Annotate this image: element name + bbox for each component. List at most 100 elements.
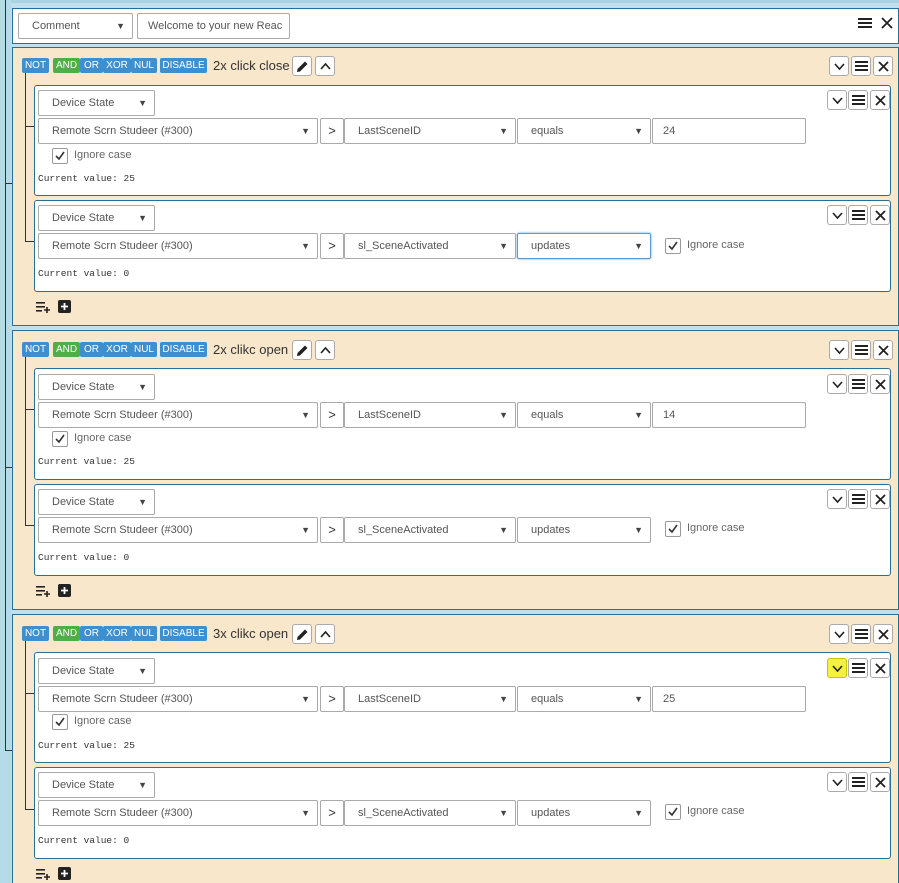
move-up-button[interactable]	[315, 340, 335, 360]
operator-select[interactable]: updates ▼	[517, 517, 651, 543]
attribute-select[interactable]: sl_SceneActivated ▼	[344, 233, 516, 259]
goto-device-button[interactable]: >	[320, 402, 344, 428]
ignore-case-checkbox[interactable]	[52, 714, 68, 730]
menu-icon[interactable]	[855, 13, 875, 33]
delete-condition-button[interactable]	[870, 772, 890, 792]
xor-button[interactable]: XOR	[103, 342, 131, 357]
disable-button[interactable]: DISABLE	[160, 342, 207, 357]
comment-text-input[interactable]: Welcome to your new Reac	[137, 13, 290, 39]
delete-condition-button[interactable]	[870, 205, 890, 225]
attribute-select[interactable]: sl_SceneActivated ▼	[344, 517, 516, 543]
value-input[interactable]: 25	[652, 686, 806, 712]
delete-condition-button[interactable]	[870, 374, 890, 394]
menu-button[interactable]	[848, 205, 868, 225]
disable-button[interactable]: DISABLE	[160, 58, 207, 73]
device-select[interactable]: Remote Scrn Studeer (#300) ▼	[38, 118, 318, 144]
or-button[interactable]: OR	[80, 626, 103, 641]
disable-button[interactable]: DISABLE	[160, 626, 207, 641]
and-button[interactable]: AND	[53, 342, 80, 357]
device-select[interactable]: Remote Scrn Studeer (#300) ▼	[38, 800, 318, 826]
not-button[interactable]: NOT	[22, 342, 49, 357]
operator-select[interactable]: updates ▼	[517, 233, 651, 259]
menu-button[interactable]	[851, 56, 871, 76]
device-select[interactable]: Remote Scrn Studeer (#300) ▼	[38, 402, 318, 428]
add-group-icon[interactable]	[54, 580, 74, 600]
delete-condition-button[interactable]	[870, 658, 890, 678]
move-down-button[interactable]	[827, 772, 847, 792]
menu-button[interactable]	[848, 90, 868, 110]
move-up-button[interactable]	[315, 624, 335, 644]
nul-button[interactable]: NUL	[131, 342, 157, 357]
move-down-button[interactable]	[827, 658, 847, 678]
or-button[interactable]: OR	[80, 342, 103, 357]
goto-device-button[interactable]: >	[320, 517, 344, 543]
nul-button[interactable]: NUL	[131, 58, 157, 73]
comment-type-select[interactable]: Comment ▼	[18, 13, 133, 39]
not-button[interactable]: NOT	[22, 58, 49, 73]
ignore-case-checkbox[interactable]	[665, 804, 681, 820]
xor-button[interactable]: XOR	[103, 626, 131, 641]
delete-group-button[interactable]	[873, 624, 893, 644]
menu-button[interactable]	[848, 374, 868, 394]
condition-type-select[interactable]: Device State ▼	[38, 772, 155, 798]
add-condition-icon[interactable]	[33, 580, 53, 600]
move-down-button[interactable]	[827, 90, 847, 110]
goto-device-button[interactable]: >	[320, 233, 344, 259]
move-down-button[interactable]	[829, 340, 849, 360]
delete-group-button[interactable]	[873, 56, 893, 76]
delete-group-button[interactable]	[873, 340, 893, 360]
device-select[interactable]: Remote Scrn Studeer (#300) ▼	[38, 517, 318, 543]
and-button[interactable]: AND	[53, 58, 80, 73]
menu-button[interactable]	[851, 340, 871, 360]
move-down-button[interactable]	[827, 489, 847, 509]
edit-title-button[interactable]	[292, 340, 312, 360]
ignore-case-checkbox[interactable]	[52, 431, 68, 447]
goto-device-button[interactable]: >	[320, 686, 344, 712]
condition-type-select[interactable]: Device State ▼	[38, 374, 155, 400]
or-button[interactable]: OR	[80, 58, 103, 73]
operator-select[interactable]: equals ▼	[517, 686, 651, 712]
delete-condition-button[interactable]	[870, 489, 890, 509]
not-button[interactable]: NOT	[22, 626, 49, 641]
move-down-button[interactable]	[829, 624, 849, 644]
operator-select[interactable]: updates ▼	[517, 800, 651, 826]
menu-button[interactable]	[851, 624, 871, 644]
menu-button[interactable]	[848, 772, 868, 792]
device-select[interactable]: Remote Scrn Studeer (#300) ▼	[38, 233, 318, 259]
attribute-select[interactable]: LastSceneID ▼	[344, 686, 516, 712]
ignore-case-checkbox[interactable]	[665, 238, 681, 254]
ignore-case-checkbox[interactable]	[52, 148, 68, 164]
goto-device-button[interactable]: >	[320, 118, 344, 144]
edit-title-button[interactable]	[292, 624, 312, 644]
move-up-button[interactable]	[315, 56, 335, 76]
add-group-icon[interactable]	[54, 296, 74, 316]
edit-title-button[interactable]	[292, 56, 312, 76]
device-select[interactable]: Remote Scrn Studeer (#300) ▼	[38, 686, 318, 712]
condition-type-select[interactable]: Device State ▼	[38, 658, 155, 684]
close-icon[interactable]	[877, 13, 897, 33]
move-down-button[interactable]	[829, 56, 849, 76]
value-input[interactable]: 14	[652, 402, 806, 428]
add-condition-icon[interactable]	[33, 296, 53, 316]
goto-device-button[interactable]: >	[320, 800, 344, 826]
operator-select[interactable]: equals ▼	[517, 402, 651, 428]
menu-button[interactable]	[848, 658, 868, 678]
delete-condition-button[interactable]	[870, 90, 890, 110]
ignore-case-checkbox[interactable]	[665, 521, 681, 537]
add-condition-icon[interactable]	[33, 863, 53, 883]
nul-button[interactable]: NUL	[131, 626, 157, 641]
and-button[interactable]: AND	[53, 626, 80, 641]
xor-button[interactable]: XOR	[103, 58, 131, 73]
move-down-button[interactable]	[827, 374, 847, 394]
attribute-select[interactable]: LastSceneID ▼	[344, 402, 516, 428]
condition-type-select[interactable]: Device State ▼	[38, 90, 155, 116]
condition-type-select[interactable]: Device State ▼	[38, 205, 155, 231]
operator-select[interactable]: equals ▼	[517, 118, 651, 144]
attribute-select[interactable]: LastSceneID ▼	[344, 118, 516, 144]
move-down-button[interactable]	[827, 205, 847, 225]
condition-type-select[interactable]: Device State ▼	[38, 489, 155, 515]
attribute-select[interactable]: sl_SceneActivated ▼	[344, 800, 516, 826]
menu-button[interactable]	[848, 489, 868, 509]
value-input[interactable]: 24	[652, 118, 806, 144]
add-group-icon[interactable]	[54, 863, 74, 883]
